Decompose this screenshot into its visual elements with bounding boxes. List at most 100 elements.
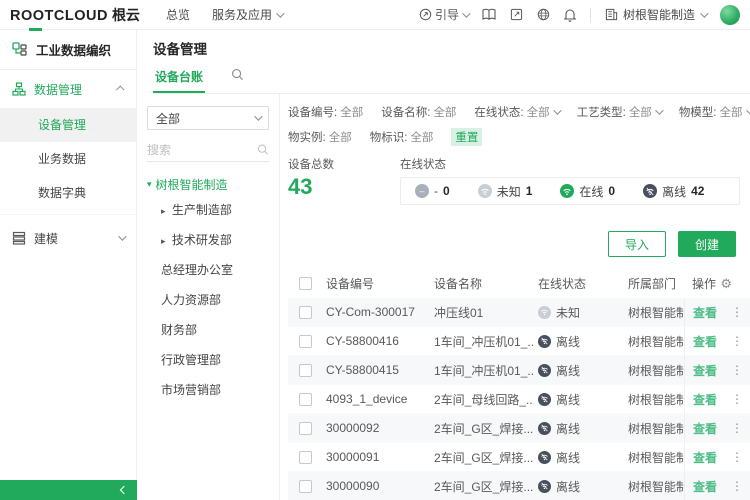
search-icon[interactable]	[257, 143, 269, 156]
status-offline-icon	[538, 364, 551, 377]
cell-status-label: 离线	[556, 362, 580, 379]
row-checkbox[interactable]	[299, 393, 312, 406]
row-checkbox[interactable]	[299, 306, 312, 319]
view-link[interactable]: 查看	[693, 420, 717, 437]
tree-collapse-icon[interactable]: ▸	[161, 236, 166, 246]
filter-label: 设备编号:	[288, 104, 337, 120]
filter-value: 全部	[410, 129, 433, 145]
chevron-down-icon	[276, 9, 284, 17]
more-actions-icon[interactable]: ⋮	[731, 479, 743, 493]
col-header-device-id: 设备编号	[322, 275, 430, 292]
create-button[interactable]: 创建	[678, 231, 736, 257]
table-row[interactable]: 30000092 2车间_G区_焊接... 离线 树根智能制造 查看⋮	[288, 414, 750, 443]
row-checkbox[interactable]	[299, 364, 312, 377]
sidebar-item-business-data[interactable]: 业务数据	[0, 142, 136, 176]
feedback-button[interactable]	[510, 8, 523, 21]
column-settings-icon[interactable]: ⚙	[720, 276, 750, 292]
tree-root-node[interactable]: ▾ 树根智能制造	[147, 176, 269, 193]
select-all-checkbox[interactable]	[299, 277, 312, 290]
sidebar-item-device-mgmt[interactable]: 设备管理	[0, 108, 136, 142]
app-body: 工业数据编织 数据管理 设备管理 业务数据 数据字典 建模	[0, 30, 750, 500]
table-row[interactable]: 30000090 2车间_G区_焊接... 离线 树根智能制造 查看⋮	[288, 472, 750, 500]
legend-online: 在线 0	[560, 183, 615, 200]
table-row[interactable]: 30000091 2车间_G区_焊接... 离线 树根智能制造 查看⋮	[288, 443, 750, 472]
tab-search-button[interactable]	[231, 68, 244, 90]
tabbar: 设备台账	[153, 64, 750, 94]
row-checkbox[interactable]	[299, 422, 312, 435]
filter-value: 全部	[527, 104, 550, 120]
user-avatar[interactable]	[720, 5, 740, 25]
filter-label: 设备名称:	[381, 104, 430, 120]
docs-button[interactable]	[482, 8, 496, 21]
more-actions-icon[interactable]: ⋮	[731, 450, 743, 464]
device-table: 设备编号 设备名称 在线状态 所属部门 操作 ⚙ CY-Com-300017 冲…	[288, 269, 750, 500]
sidebar-item-data-dict[interactable]: 数据字典	[0, 176, 136, 210]
filter-process-type[interactable]: 工艺类型: 全部	[577, 104, 661, 120]
legend-name: 未知	[497, 183, 521, 200]
view-link[interactable]: 查看	[693, 478, 717, 495]
tree-node-gm-office[interactable]: 总经理办公室	[147, 255, 269, 285]
tree-node-label: 总经理办公室	[161, 263, 233, 277]
col-header-dept: 所属部门	[624, 275, 684, 292]
more-actions-icon[interactable]: ⋮	[731, 305, 743, 319]
row-checkbox[interactable]	[299, 335, 312, 348]
reset-filters-button[interactable]: 重置	[451, 128, 482, 146]
tree-search	[147, 138, 269, 162]
main-area: 设备管理 设备台账 全部	[137, 30, 750, 500]
help-button[interactable]	[537, 8, 550, 21]
table-row[interactable]: CY-Com-300017 冲压线01 未知 树根智能制造 查看⋮	[288, 298, 750, 327]
tab-device-ledger[interactable]: 设备台账	[153, 64, 205, 93]
table-row[interactable]: CY-58800416 1车间_冲压机01_... 离线 树根智能制造 查看⋮	[288, 327, 750, 356]
tree-search-input[interactable]	[147, 143, 257, 157]
top-nav: 总览 服务及应用	[166, 6, 282, 23]
sidebar: 工业数据编织 数据管理 设备管理 业务数据 数据字典 建模	[0, 30, 137, 500]
view-link[interactable]: 查看	[693, 391, 717, 408]
row-checkbox[interactable]	[299, 480, 312, 493]
filter-online-status[interactable]: 在线状态: 全部	[474, 104, 558, 120]
more-actions-icon[interactable]: ⋮	[731, 421, 743, 435]
more-actions-icon[interactable]: ⋮	[731, 392, 743, 406]
table-row[interactable]: 4093_1_device 2车间_母线回路_... 离线 树根智能制造 查看⋮	[288, 385, 750, 414]
nav-overview[interactable]: 总览	[166, 6, 190, 23]
tree-expand-icon[interactable]: ▾	[147, 179, 152, 190]
device-data-panel: 设备编号: 全部 设备名称: 全部 在线状态: 全部	[280, 94, 750, 500]
filter-thing-instance[interactable]: 物实例: 全部	[288, 129, 352, 145]
status-none-icon: –	[415, 184, 429, 198]
more-actions-icon[interactable]: ⋮	[731, 334, 743, 348]
tree-node-hr[interactable]: 人力资源部	[147, 285, 269, 315]
import-button[interactable]: 导入	[608, 231, 666, 257]
tree-node-rnd[interactable]: ▸ 技术研发部	[147, 225, 269, 255]
cell-device-name: 2车间_G区_焊接...	[430, 420, 534, 437]
filter-thing-model[interactable]: 物模型: 全部	[679, 104, 750, 120]
logo-text-cn: 根云	[112, 5, 140, 25]
view-link[interactable]: 查看	[693, 304, 717, 321]
table-actions: 导入 创建	[288, 231, 750, 257]
filter-device-name[interactable]: 设备名称: 全部	[381, 104, 456, 120]
more-actions-icon[interactable]: ⋮	[731, 363, 743, 377]
tree-node-admin[interactable]: 行政管理部	[147, 345, 269, 375]
sidebar-group-data-mgmt[interactable]: 数据管理	[0, 70, 136, 108]
app-logo[interactable]: ROOTCLOUD 根云	[10, 5, 140, 25]
row-checkbox[interactable]	[299, 451, 312, 464]
notifications-button[interactable]	[564, 8, 576, 22]
filter-thing-tag[interactable]: 物标识: 全部	[370, 129, 434, 145]
guide-menu[interactable]: 引导	[419, 6, 468, 23]
sidebar-collapse-button[interactable]	[0, 480, 137, 500]
tree-collapse-icon[interactable]: ▸	[161, 206, 166, 216]
filter-device-id[interactable]: 设备编号: 全部	[288, 104, 363, 120]
sidebar-group-modeling[interactable]: 建模	[0, 219, 136, 257]
view-link[interactable]: 查看	[693, 362, 717, 379]
tree-filter-select[interactable]: 全部	[147, 106, 269, 130]
filter-label: 物标识:	[370, 129, 408, 145]
legend-count: 0	[608, 184, 615, 198]
filter-value: 全部	[629, 104, 652, 120]
table-row[interactable]: CY-58800415 1车间_冲压机01_... 离线 树根智能制造 查看⋮	[288, 356, 750, 385]
tenant-switcher[interactable]: 树根智能制造	[605, 6, 706, 23]
tree-node-production[interactable]: ▸ 生产制造部	[147, 195, 269, 225]
cell-device-id: CY-58800416	[322, 334, 430, 348]
nav-services[interactable]: 服务及应用	[212, 6, 282, 23]
view-link[interactable]: 查看	[693, 449, 717, 466]
tree-node-marketing[interactable]: 市场营销部	[147, 375, 269, 405]
tree-node-finance[interactable]: 财务部	[147, 315, 269, 345]
view-link[interactable]: 查看	[693, 333, 717, 350]
